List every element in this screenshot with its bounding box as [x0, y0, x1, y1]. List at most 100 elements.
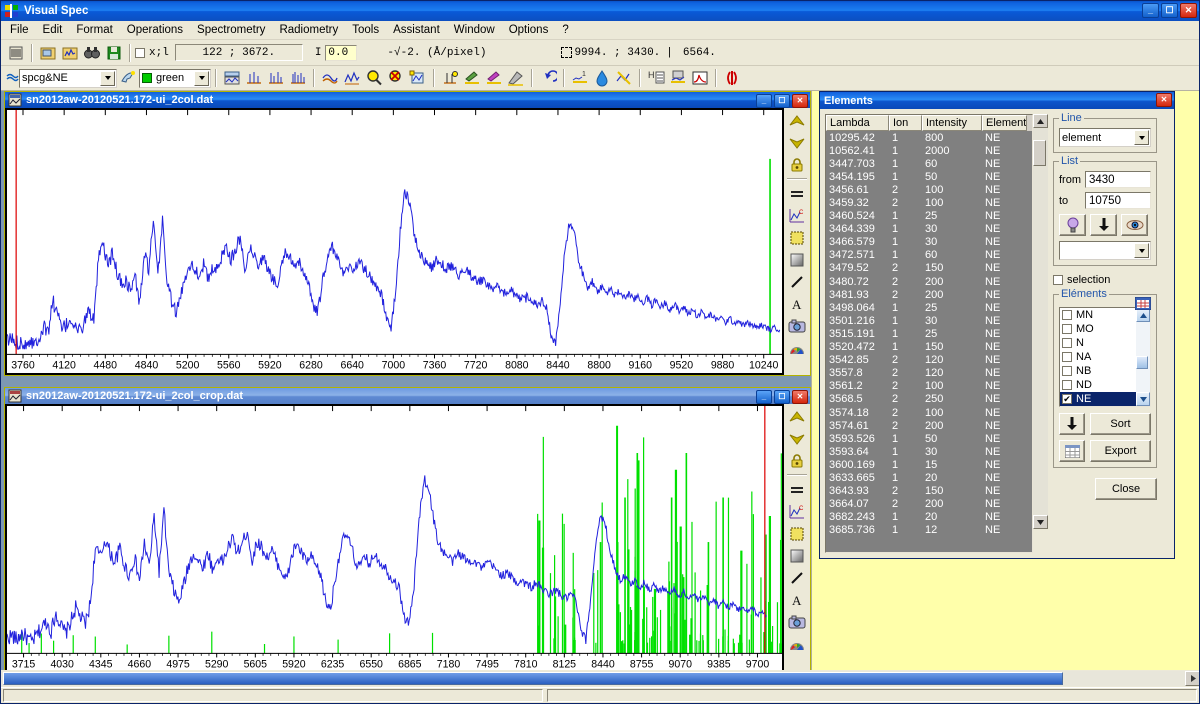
scroll-track[interactable] — [1033, 128, 1048, 515]
table-row[interactable]: 10295.421800NE — [826, 131, 1032, 144]
list-item[interactable]: ✔NE — [1060, 392, 1136, 406]
table-row[interactable]: 3633.665120NE — [826, 471, 1032, 484]
camera-icon-2[interactable] — [786, 611, 808, 632]
table-row[interactable]: 3568.52250NE — [826, 393, 1032, 406]
menu-item-edit[interactable]: Edit — [36, 22, 70, 38]
frame-icon-2[interactable] — [786, 523, 808, 544]
chevron-down-icon-color[interactable] — [194, 71, 209, 86]
column-header-intensity[interactable]: Intensity — [922, 115, 982, 131]
divide-icon[interactable] — [613, 67, 635, 89]
graph-icon[interactable] — [689, 67, 711, 89]
select-icon[interactable] — [407, 67, 429, 89]
gradient-icon[interactable] — [786, 249, 808, 270]
menu-item-window[interactable]: Window — [447, 22, 502, 38]
open-spectrum-icon[interactable] — [59, 42, 81, 64]
scroll-up-button[interactable] — [1033, 114, 1048, 128]
list-item[interactable]: NA — [1060, 350, 1136, 364]
menu-item-tools[interactable]: Tools — [345, 22, 386, 38]
color-select[interactable]: green — [139, 69, 211, 88]
menu-item-options[interactable]: Options — [502, 22, 556, 38]
from-input[interactable]: 3430 — [1085, 171, 1151, 188]
profile-icon[interactable] — [667, 67, 689, 89]
list-item[interactable]: MO — [1060, 322, 1136, 336]
norm-icon[interactable]: 1 — [569, 67, 591, 89]
selection-checkbox-row[interactable]: selection — [1053, 274, 1157, 286]
text-a-icon[interactable]: A — [786, 293, 808, 314]
table-row[interactable]: 3464.339130NE — [826, 223, 1032, 236]
peaks-icon[interactable] — [341, 67, 363, 89]
table-row[interactable]: 3480.722200NE — [826, 275, 1032, 288]
header-icon[interactable]: H — [645, 67, 667, 89]
spectrum-plot-1[interactable]: 3760412044804840520055605920628066407000… — [7, 110, 782, 373]
elements-scroll-track[interactable] — [1136, 322, 1150, 392]
elements-listbox-scrollbar[interactable] — [1136, 308, 1150, 406]
export-button[interactable]: Export — [1090, 440, 1151, 462]
profile-select[interactable]: spcg&NE — [19, 69, 117, 88]
up-arrow-icon-2[interactable] — [786, 406, 808, 427]
table-row[interactable]: 3600.169115NE — [826, 458, 1032, 471]
sort-button[interactable]: Sort — [1090, 413, 1151, 435]
line-1-icon[interactable] — [243, 67, 265, 89]
save-icon[interactable] — [103, 42, 125, 64]
elements-table-rows[interactable]: 10295.421800NE10562.4112000NE3447.703160… — [826, 131, 1032, 552]
element-checkbox[interactable] — [1062, 352, 1072, 362]
color-pick-icon[interactable] — [117, 67, 139, 89]
table-row[interactable]: 3542.852120NE — [826, 354, 1032, 367]
table-row[interactable]: 3682.243120NE — [826, 511, 1032, 524]
elements-dialog-title-bar[interactable]: Elements ✕ — [820, 92, 1174, 109]
menu-item-assistant[interactable]: Assistant — [386, 22, 447, 38]
spectrum-window-1-maximize[interactable]: ☐ — [774, 94, 790, 108]
chevron-down-icon[interactable] — [100, 71, 115, 86]
line-2-icon[interactable] — [265, 67, 287, 89]
column-header-element[interactable]: Element — [982, 115, 1027, 131]
xl-checkbox[interactable] — [135, 48, 145, 58]
palette-icon[interactable] — [786, 337, 808, 358]
table-row[interactable]: 3466.579130NE — [826, 236, 1032, 249]
binocular-icon[interactable] — [81, 42, 103, 64]
table-row[interactable]: 3498.064125NE — [826, 301, 1032, 314]
open-image-icon[interactable] — [37, 42, 59, 64]
minimize-button[interactable]: _ — [1142, 3, 1159, 18]
text-a-icon-2[interactable]: A — [786, 589, 808, 610]
line-element-select[interactable]: element — [1059, 128, 1151, 147]
download-icon-button[interactable] — [1090, 214, 1117, 236]
spectrum-window-2-close[interactable]: ✕ — [792, 390, 808, 404]
table-row[interactable]: 3574.612200NE — [826, 419, 1032, 432]
list-item[interactable]: MN — [1060, 308, 1136, 322]
table-row[interactable]: 3520.4721150NE — [826, 341, 1032, 354]
table-row[interactable]: 3472.571160NE — [826, 249, 1032, 262]
table-row[interactable]: 3479.522150NE — [826, 262, 1032, 275]
table-row[interactable]: 3593.526150NE — [826, 432, 1032, 445]
line-select-chevron-down-icon[interactable] — [1134, 130, 1149, 145]
scroll-thumb[interactable] — [1033, 140, 1046, 166]
table-row[interactable]: 3447.703160NE — [826, 157, 1032, 170]
up-arrow-icon[interactable] — [786, 110, 808, 131]
menu-item-file[interactable]: File — [3, 22, 36, 38]
table-row[interactable]: 3664.072200NE — [826, 498, 1032, 511]
elements-table-button[interactable] — [1059, 440, 1085, 462]
table-row[interactable]: 3454.195150NE — [826, 170, 1032, 183]
line-3-icon[interactable] — [287, 67, 309, 89]
elements-scroll-down-button[interactable] — [1136, 392, 1150, 406]
spectrum-window-1-close[interactable]: ✕ — [792, 94, 808, 108]
close-dialog-button[interactable]: Close — [1095, 478, 1157, 500]
layers-icon[interactable] — [221, 67, 243, 89]
frame-icon[interactable] — [786, 227, 808, 248]
elements-listbox[interactable]: MNMONNANBND✔NE — [1059, 307, 1151, 407]
curve-c-icon[interactable]: C — [786, 205, 808, 226]
equal-icon-2[interactable] — [786, 479, 808, 500]
calib-icon[interactable] — [439, 67, 461, 89]
table-row[interactable]: 10562.4112000NE — [826, 144, 1032, 157]
bulb-icon-button[interactable] — [1059, 214, 1086, 236]
element-checkbox[interactable] — [1062, 324, 1072, 334]
spectrum-window-1-minimize[interactable]: _ — [756, 94, 772, 108]
workspace-hscrollbar[interactable] — [1, 670, 1199, 687]
camera-icon[interactable] — [786, 315, 808, 336]
elements-table-scrollbar[interactable] — [1033, 114, 1048, 529]
table-row[interactable]: 3593.64130NE — [826, 445, 1032, 458]
list-select-chevron-down-icon[interactable] — [1134, 243, 1149, 258]
line-icon[interactable] — [786, 271, 808, 292]
gradient-icon-2[interactable] — [786, 545, 808, 566]
eye-icon-button[interactable] — [1121, 214, 1148, 236]
menu-item-help[interactable]: ? — [555, 22, 575, 38]
